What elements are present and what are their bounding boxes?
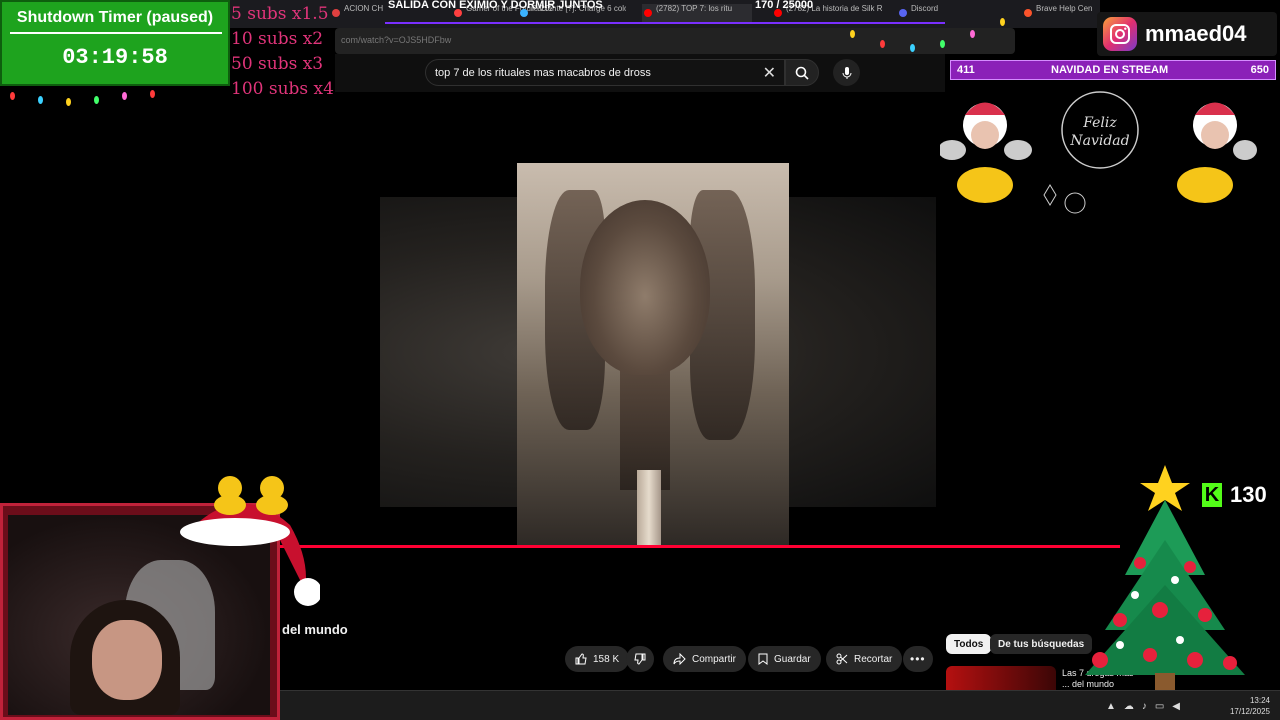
video-title: del mundo — [282, 622, 348, 637]
christmas-lights-left — [0, 86, 230, 108]
microphone-icon — [842, 66, 851, 79]
tab-3-active[interactable]: (2782) TOP 7: los ritu — [642, 4, 752, 24]
santa-duck-icon-left — [940, 102, 1032, 203]
timer-divider — [10, 32, 222, 34]
instagram-badge: mmaed04 — [1097, 12, 1277, 56]
search-icon — [795, 66, 809, 80]
search-query: top 7 de los rituales mas macabros de dr… — [435, 67, 651, 79]
thumbs-up-icon — [575, 653, 587, 665]
scissors-icon — [836, 653, 848, 665]
christmas-tree-icon — [1085, 465, 1245, 690]
video-stake — [637, 470, 661, 545]
webcam-person-face — [92, 620, 162, 700]
subs-tier: 50 subs x3 — [231, 54, 324, 74]
tab-favicon-icon — [644, 9, 652, 17]
search-input[interactable]: top 7 de los rituales mas macabros de dr… — [425, 59, 785, 86]
video-progress-bar[interactable] — [280, 545, 1120, 548]
christmas-lights-top — [840, 0, 1100, 60]
search-button[interactable] — [785, 59, 819, 86]
svg-text:Navidad: Navidad — [1069, 133, 1129, 149]
thumbs-down-icon — [634, 653, 646, 665]
timer-value: 03:19:58 — [62, 45, 168, 70]
clip-button[interactable]: Recortar — [826, 646, 903, 672]
voice-search-button[interactable] — [833, 59, 860, 86]
santa-hat-icon — [180, 476, 320, 606]
shutdown-timer-widget: Shutdown Timer (paused) 03:19:58 — [0, 0, 230, 86]
subs-tier: 100 subs x4 — [231, 79, 334, 99]
bookmark-icon — [758, 653, 768, 665]
tab-0[interactable]: ACION CH — [330, 4, 390, 24]
like-button[interactable]: 158 K — [565, 646, 630, 672]
feliz-navidad-ornament: Feliz Navidad — [1043, 91, 1139, 214]
goal-count: 170 / 25000 — [755, 0, 814, 11]
instagram-icon — [1103, 17, 1137, 51]
svg-text:Feliz: Feliz — [1082, 115, 1117, 131]
video-head — [580, 200, 710, 375]
event-left-count: 411 — [957, 64, 975, 76]
santa-duck-icon-right — [1177, 102, 1257, 203]
more-actions-button[interactable]: ••• — [903, 646, 933, 672]
stream-event-bar: 411 NAVIDAD EN STREAM 650 — [950, 60, 1276, 80]
more-icon: ••• — [910, 652, 926, 666]
chip-from-searches[interactable]: De tus búsquedas — [990, 634, 1093, 654]
chip-all[interactable]: Todos — [946, 634, 992, 654]
instagram-handle: mmaed04 — [1145, 21, 1247, 46]
share-button[interactable]: Compartir — [663, 646, 746, 672]
timer-title: Shutdown Timer (paused) — [16, 9, 214, 26]
goal-title: SALIDA CON EXIMIO Y DORMIR JUNTOS — [388, 0, 603, 11]
save-button[interactable]: Guardar — [748, 646, 821, 672]
event-title: NAVIDAD EN STREAM — [1051, 64, 1169, 76]
taskbar: ▲☁♪▭◀ 13:24 17/12/2025 — [280, 690, 1280, 720]
event-right-count: 650 — [1250, 64, 1269, 76]
dislike-button[interactable] — [626, 646, 654, 672]
subs-multiplier-list: 5 subs x1.5 10 subs x2 50 subs x3 100 su… — [231, 2, 336, 102]
share-icon — [673, 653, 686, 665]
christmas-decoration: Feliz Navidad — [940, 91, 1257, 214]
subs-tier: 5 subs x1.5 — [231, 4, 329, 24]
subs-tier: 10 subs x2 — [231, 29, 324, 49]
system-tray-icons[interactable]: ▲☁♪▭◀ — [1106, 701, 1188, 712]
close-icon[interactable]: ✕ — [763, 63, 776, 83]
taskbar-clock[interactable]: 13:24 17/12/2025 — [1230, 695, 1270, 717]
